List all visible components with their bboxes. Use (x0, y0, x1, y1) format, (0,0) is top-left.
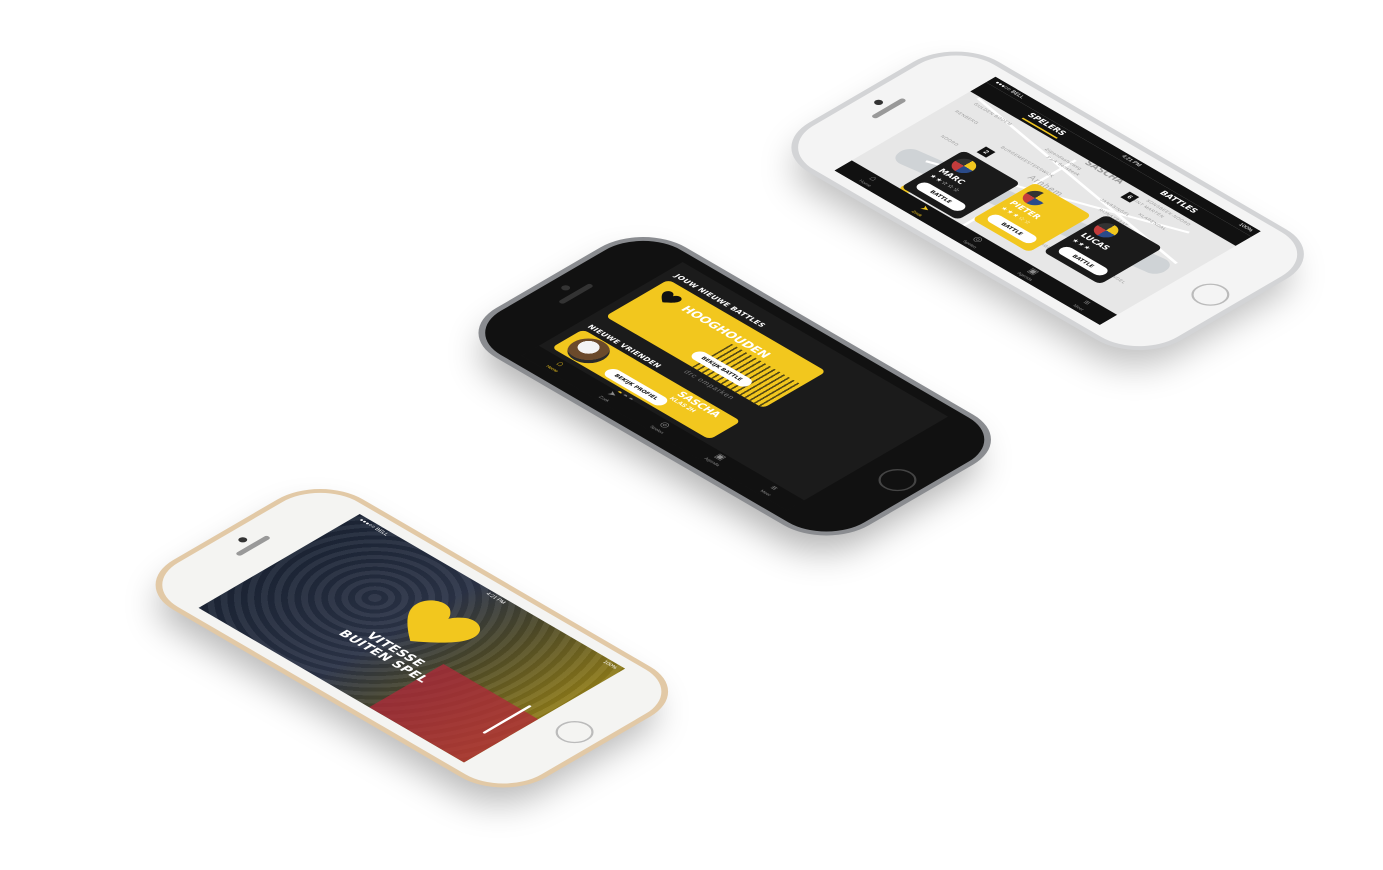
menu-icon: ≡ (766, 484, 781, 493)
heart-icon (661, 291, 682, 303)
home-button[interactable] (1183, 279, 1238, 311)
menu-icon: ≡ (1079, 299, 1094, 307)
home-button[interactable] (870, 464, 925, 496)
tab-agenda[interactable]: ▣ Agenda (702, 451, 730, 467)
front-camera (872, 98, 885, 107)
tab-zoek[interactable]: ➤ Zoek (597, 390, 620, 403)
front-camera (559, 284, 572, 292)
phone-shell-gold: ●●●○○ BELL 4:21 PM 100% VITESSE BUITEN S… (140, 480, 684, 797)
tab-spelen[interactable]: ◎ Spelen (648, 419, 675, 435)
tab-agenda[interactable]: ▣ Agenda (1015, 266, 1043, 282)
front-camera (236, 536, 250, 544)
phone-shell-black: JOUW NIEUWE BATTLES HOOGHOUDEN BEKIJK BA… (462, 228, 1007, 545)
phone-shell-silver: ●●●○○ BELL 4:21 PM 100% SPELERS BATTLES … (775, 42, 1320, 360)
tab-zoek[interactable]: ➤ Zoek (910, 204, 933, 217)
street-label: RENBERG (952, 109, 980, 126)
tab-meer[interactable]: ≡ Meer (1071, 298, 1094, 312)
tab-spelen[interactable]: ◎ Spelen (961, 234, 988, 249)
home-icon: ⌂ (866, 174, 880, 183)
tab-home[interactable]: ⌂ Home (857, 174, 882, 188)
tab-home[interactable]: ⌂ Home (544, 359, 569, 373)
map-badge[interactable]: 2 (976, 146, 996, 158)
home-button[interactable] (547, 716, 602, 748)
street-label: NOORD (938, 134, 961, 148)
home-icon: ⌂ (553, 360, 567, 369)
tab-meer[interactable]: ≡ Meer (758, 484, 781, 498)
